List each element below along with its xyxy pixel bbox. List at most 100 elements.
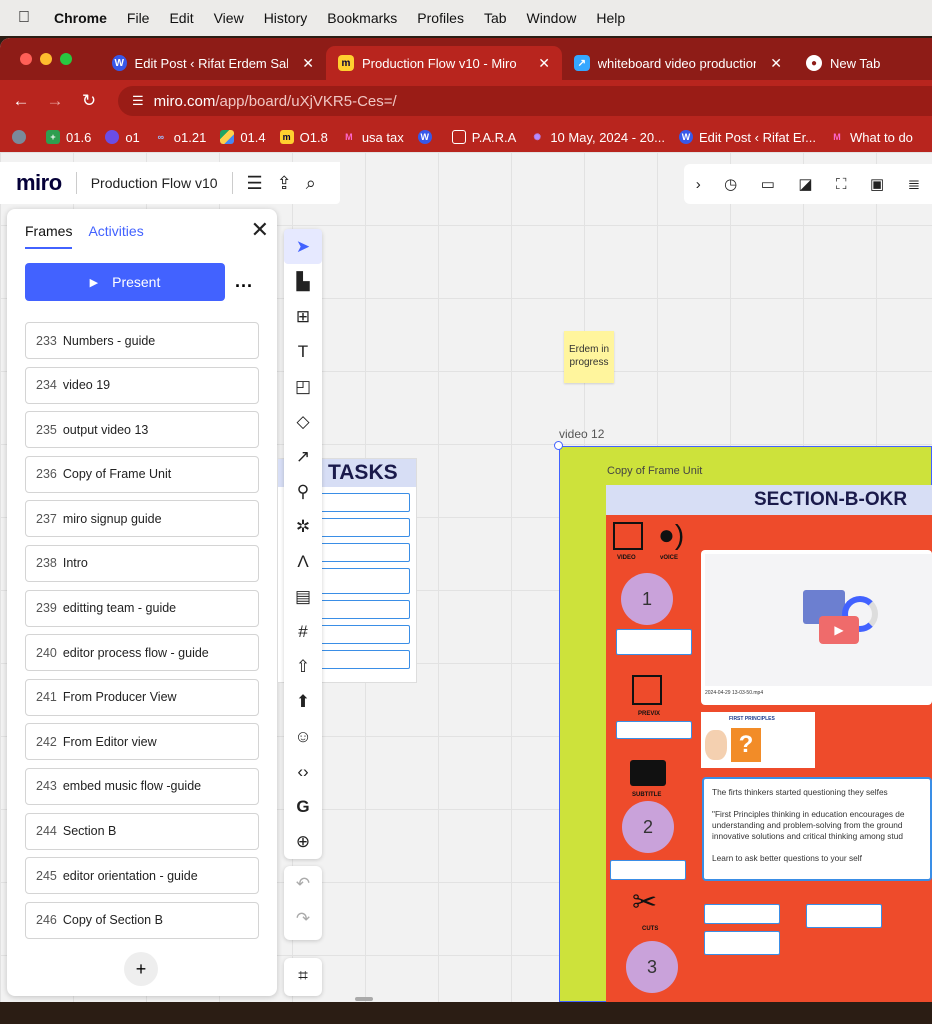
miro-logo[interactable]: miro <box>16 170 62 196</box>
frames-icon[interactable]: ⌗ <box>284 958 322 993</box>
select-tool-icon[interactable]: ➤ <box>284 229 322 264</box>
close-icon[interactable]: ✕ <box>251 217 269 243</box>
redo-icon[interactable]: ↷ <box>284 901 322 936</box>
comment-icon[interactable]: ▤ <box>284 579 322 614</box>
close-window-button[interactable] <box>20 53 32 65</box>
section-okr-frame[interactable]: SECTION-B-OKR VIDEO ●) vOICE 1 PREVIX SU… <box>606 485 932 1002</box>
bookmark-item[interactable]: o1 <box>105 130 140 145</box>
first-principles-text-card[interactable]: The firts thinkers started questioning t… <box>702 777 932 881</box>
upload-icon[interactable]: ⇧ <box>284 649 322 684</box>
back-icon[interactable]: ← <box>4 91 38 111</box>
bookmark-item[interactable]: M What to do <box>830 130 913 145</box>
apps-icon[interactable]: ⬆ <box>284 684 322 719</box>
bookmark-item[interactable]: m O1.8 <box>279 130 328 145</box>
tab-edit-post[interactable]: W Edit Post ‹ Rifat Erdem Sahin ✕ <box>100 46 326 80</box>
screen-share-icon[interactable]: ◪ <box>798 175 812 193</box>
bookmark-item[interactable]: Musa tax <box>342 130 404 145</box>
menu-tab[interactable]: Tab <box>484 10 507 26</box>
close-tab-icon[interactable]: ✕ <box>538 55 550 72</box>
tab-whiteboard[interactable]: ↗ whiteboard video production ✕ <box>562 46 794 80</box>
bookmark-item[interactable]: W Edit Post ‹ Rifat Er... <box>678 130 816 145</box>
frame-item[interactable]: 239 editting team - guide <box>25 589 259 627</box>
forward-icon[interactable]: → <box>38 91 72 111</box>
board-name[interactable]: Production Flow v10 <box>91 175 218 191</box>
menu-window[interactable]: Window <box>527 10 577 26</box>
horizontal-scrollbar[interactable] <box>355 997 373 1001</box>
bookmark-item[interactable]: ∞ o1.21 <box>154 130 207 145</box>
address-bar[interactable]: ☰ miro.com/app/board/uXjVKR5-Ces=/ <box>118 86 932 116</box>
shapes-icon[interactable]: ◇ <box>284 404 322 439</box>
notes-icon[interactable]: ≣ <box>908 175 921 193</box>
present-button[interactable]: ▶ Present <box>25 263 225 301</box>
frame-item[interactable]: 234 video 19 <box>25 366 259 404</box>
menu-app-name[interactable]: Chrome <box>54 10 107 26</box>
bookmark-item[interactable]: ✺ 10 May, 2024 - 20... <box>530 130 665 145</box>
more-options-icon[interactable]: ... <box>235 271 253 292</box>
first-principles-card[interactable]: FIRST PRINCIPLES ? <box>701 712 815 768</box>
resize-handle[interactable] <box>554 441 563 450</box>
tab-frames[interactable]: Frames <box>25 223 73 249</box>
site-settings-icon[interactable]: ☰ <box>132 93 144 109</box>
bookmark-item[interactable]: +01.6 <box>46 130 91 145</box>
frame-item[interactable]: 238 Intro <box>25 544 259 582</box>
text-tool-icon[interactable]: T <box>284 334 322 369</box>
frame-item[interactable]: 233 Numbers - guide <box>25 322 259 359</box>
frame-item[interactable]: 240 editor process flow - guide <box>25 634 259 672</box>
zoom-window-button[interactable] <box>60 53 72 65</box>
emoji-icon[interactable]: ☺ <box>284 719 322 754</box>
close-tab-icon[interactable]: ✕ <box>302 55 314 72</box>
apple-icon[interactable]:  <box>18 9 36 27</box>
add-more-icon[interactable]: ⊕ <box>284 824 322 859</box>
play-icon[interactable]: ▶ <box>819 616 859 644</box>
menu-bookmarks[interactable]: Bookmarks <box>327 10 397 26</box>
frame-item[interactable]: 241 From Producer View <box>25 678 259 716</box>
timer-icon[interactable]: ◷ <box>724 175 737 193</box>
reload-icon[interactable]: ↻ <box>72 91 106 111</box>
frame-item[interactable]: 242 From Editor view <box>25 723 259 761</box>
menu-file[interactable]: File <box>127 10 150 26</box>
frame-item[interactable]: 236 Copy of Frame Unit <box>25 455 259 493</box>
bookmark-folder[interactable]: P.A.R.A <box>451 130 516 145</box>
frame-item[interactable]: 237 miro signup guide <box>25 500 259 538</box>
diagram-icon[interactable]: ⚲ <box>284 474 322 509</box>
subframe-label[interactable]: Copy of Frame Unit <box>607 465 702 477</box>
pen-icon[interactable]: Λ <box>284 544 322 579</box>
minimize-window-button[interactable] <box>40 53 52 65</box>
google-icon[interactable]: G <box>284 789 322 824</box>
focus-icon[interactable]: ⛶ <box>836 176 847 193</box>
menu-view[interactable]: View <box>214 10 244 26</box>
frame-item[interactable]: 245 editor orientation - guide <box>25 857 259 895</box>
menu-help[interactable]: Help <box>596 10 625 26</box>
chevron-right-icon[interactable]: › <box>696 176 701 193</box>
undo-icon[interactable]: ↶ <box>284 866 322 901</box>
menu-edit[interactable]: Edit <box>169 10 193 26</box>
sticky-note-icon[interactable]: ◰ <box>284 369 322 404</box>
sticky-note[interactable]: Erdem in progress <box>564 331 614 383</box>
tab-new-tab[interactable]: ● New Tab <box>794 46 892 80</box>
frame-icon[interactable]: # <box>284 614 322 649</box>
video-embed[interactable]: ▶ 2024-04-29 13-03-50.mp4 <box>701 550 932 705</box>
menu-profiles[interactable]: Profiles <box>417 10 464 26</box>
bookmark-item[interactable]: W <box>417 130 438 144</box>
templates-icon[interactable]: ▙ <box>284 264 322 299</box>
tab-activities[interactable]: Activities <box>88 223 143 249</box>
bookmark-item[interactable]: 01.4 <box>220 130 266 145</box>
close-tab-icon[interactable]: ✕ <box>770 55 782 72</box>
frame-item[interactable]: 246 Copy of Section B <box>25 901 259 939</box>
embed-icon[interactable]: ‹› <box>284 754 322 789</box>
menu-history[interactable]: History <box>264 10 308 26</box>
connection-line-icon[interactable]: ↗ <box>284 439 322 474</box>
frame-item[interactable]: 244 Section B <box>25 812 259 850</box>
frame-item[interactable]: 235 output video 13 <box>25 411 259 449</box>
search-icon[interactable]: ⌕ <box>306 173 316 194</box>
layout-icon[interactable]: ⊞ <box>284 299 322 334</box>
add-frame-button[interactable]: + <box>124 952 158 986</box>
bookmark-app-icon[interactable] <box>12 130 32 144</box>
calendar-icon[interactable]: ▣ <box>870 175 884 193</box>
frame-label[interactable]: video 12 <box>559 427 604 441</box>
frame-item[interactable]: 243 embed music flow -guide <box>25 767 259 805</box>
video-preview[interactable]: ▶ <box>705 554 932 686</box>
menu-icon[interactable]: ☰ <box>247 173 263 194</box>
tab-miro-board[interactable]: m Production Flow v10 - Miro ✕ <box>326 46 562 80</box>
video-camera-icon[interactable]: ▭ <box>761 175 775 193</box>
